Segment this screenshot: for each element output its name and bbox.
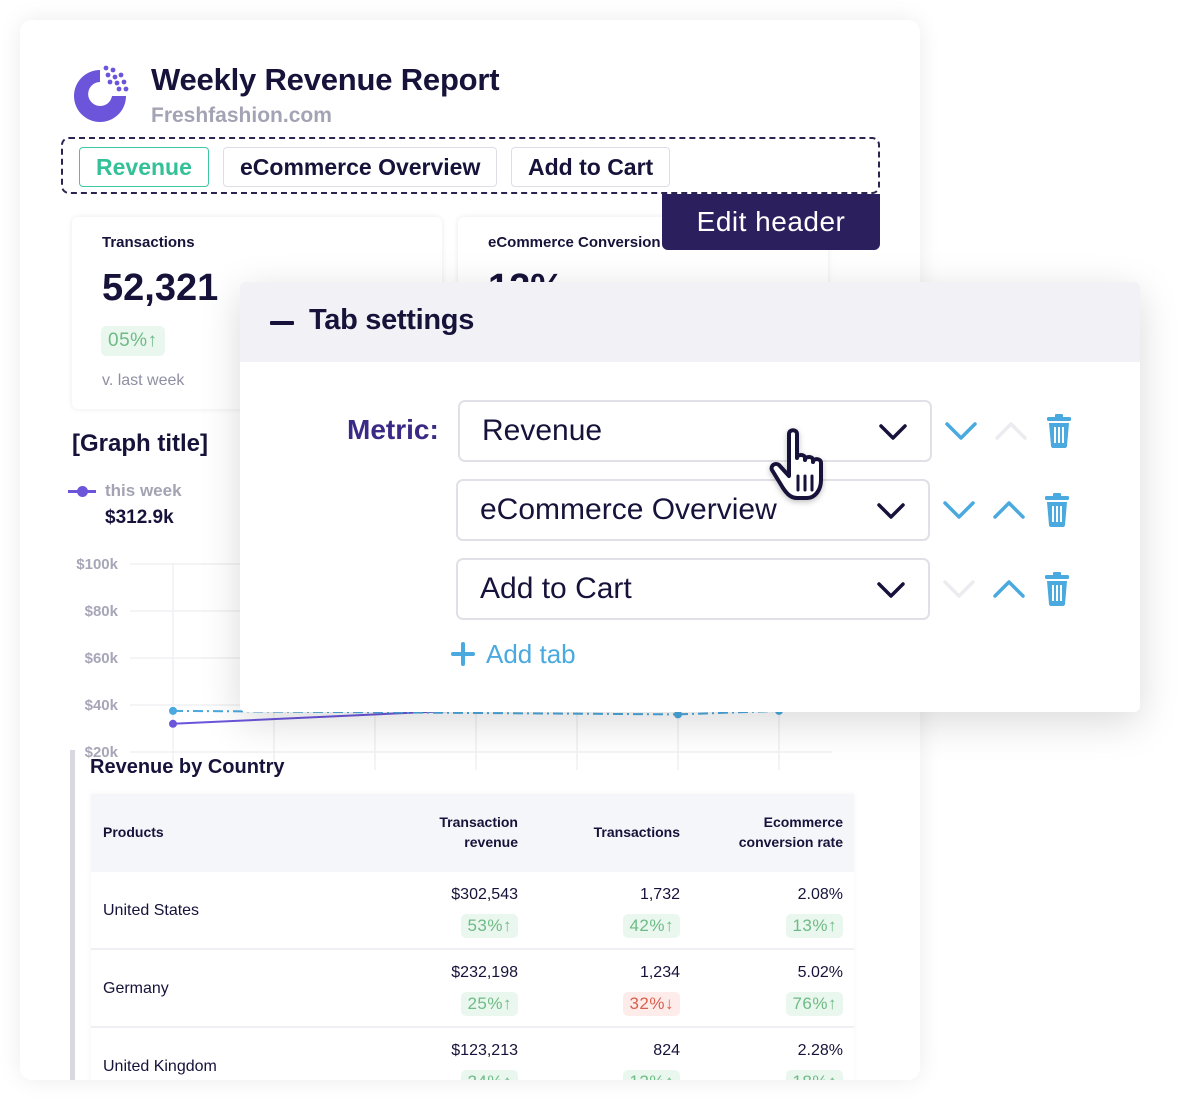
y-tick-label: $80k [85, 603, 119, 620]
metric-select-value: eCommerce Overview [480, 493, 777, 526]
metric-label: Metric: [347, 414, 439, 445]
kpi-label: eCommerce Conversion [488, 234, 661, 251]
table-row: United States $302,543 53%↑ 1,732 42%↑ 2.08% 1… [91, 872, 854, 950]
country-name: United States [103, 902, 200, 919]
edit-header-button[interactable]: Edit header [662, 194, 880, 250]
metric-select-value: Revenue [482, 414, 603, 447]
change-badge: 12%↑ [623, 1070, 680, 1080]
y-tick-label: $100k [76, 556, 118, 573]
trash-icon[interactable] [1039, 571, 1075, 607]
column-header-products: Products [103, 824, 164, 840]
header-line: Transaction [439, 814, 518, 830]
chevron-down-icon [877, 582, 905, 598]
tab-revenue[interactable]: Revenue [79, 147, 209, 187]
transactions-value: 1,234 [639, 964, 680, 981]
country-name: Germany [103, 980, 169, 997]
table-header: Products Transaction revenue Transaction… [91, 794, 854, 872]
column-header-conversion-rate: Ecommerce conversion rate [739, 812, 843, 852]
move-down-icon[interactable] [943, 413, 979, 449]
move-up-icon [995, 422, 1027, 440]
metric-select[interactable]: Revenue [458, 400, 932, 462]
legend-label: this week [105, 481, 182, 500]
header-line: conversion rate [738, 834, 843, 850]
add-tab-button[interactable]: Add tab [450, 637, 576, 671]
revenue-by-country-section: Revenue by Country Products Transaction … [70, 748, 890, 1080]
brand-logo-icon [74, 65, 129, 122]
tab-settings-header[interactable]: Tab settings [240, 282, 1140, 362]
legend-dot-icon [77, 486, 88, 497]
transaction-revenue-value: $302,543 [451, 886, 518, 903]
add-tab-label: Add tab [486, 638, 576, 669]
column-header-transactions: Transactions [593, 824, 680, 840]
move-up-icon[interactable] [991, 571, 1027, 607]
y-tick-label: $40k [85, 697, 119, 714]
change-badge: 24%↑ [461, 1070, 518, 1080]
tab-settings-panel: Tab settings Metric: Revenue eCommerce Ov… [240, 282, 1140, 712]
kpi-value: 52,321 [102, 267, 219, 309]
data-point [169, 719, 177, 728]
country-name: United Kingdom [103, 1058, 217, 1075]
header-line: revenue [464, 834, 518, 850]
transactions-value: 824 [653, 1042, 680, 1059]
y-tick-label: $60k [85, 650, 119, 667]
metric-select-value: Add to Cart [480, 572, 632, 605]
legend-value: $312.9k [105, 507, 174, 528]
table-row: United Kingdom $123,213 24%↑ 824 12%↑ 2.28% 18… [91, 1028, 854, 1080]
table-row: Germany $232,198 25%↑ 1,234 32%↓ 5.02% 76%↑ [91, 950, 854, 1028]
trash-icon[interactable] [1039, 492, 1075, 528]
transaction-revenue-value: $232,198 [451, 964, 518, 981]
transactions-value: 1,732 [639, 886, 680, 903]
kpi-note: v. last week [102, 372, 185, 389]
change-badge: 42%↑ [623, 914, 680, 938]
revenue-table: Products Transaction revenue Transaction… [91, 794, 854, 1080]
change-badge: 13%↑ [786, 914, 843, 938]
change-badge: 18%↑ [786, 1070, 843, 1080]
chevron-down-icon [877, 503, 905, 519]
tab-ecommerce-overview[interactable]: eCommerce Overview [223, 147, 498, 187]
move-up-icon[interactable] [991, 492, 1027, 528]
move-down-icon[interactable] [941, 492, 977, 528]
minus-icon[interactable] [270, 321, 294, 325]
change-badge: 25%↑ [461, 992, 518, 1016]
section-accent-bar [70, 750, 75, 1080]
trash-icon[interactable] [1041, 413, 1077, 449]
conversion-rate-value: 2.08% [797, 886, 843, 903]
chevron-down-icon [879, 424, 907, 440]
move-down-icon [943, 580, 975, 598]
metric-select[interactable]: eCommerce Overview [456, 479, 930, 541]
conversion-rate-value: 2.28% [797, 1042, 843, 1059]
kpi-change-badge: 05%↑ [101, 326, 165, 356]
graph-title: [Graph title] [72, 430, 208, 457]
tab-settings-title: Tab settings [309, 304, 475, 336]
kpi-label: Transactions [102, 234, 195, 251]
data-point [169, 706, 177, 715]
header-tabs-editable-area[interactable]: Revenue eCommerce Overview Add to Cart [61, 137, 880, 194]
conversion-rate-value: 5.02% [797, 964, 843, 981]
report-title: Weekly Revenue Report [151, 62, 500, 97]
report-subtitle: Freshfashion.com [151, 104, 332, 127]
change-badge: 76%↑ [786, 992, 843, 1016]
hand-pointer-cursor-icon [769, 428, 823, 500]
table-title: Revenue by Country [90, 756, 285, 778]
tab-add-to-cart[interactable]: Add to Cart [511, 147, 671, 187]
plus-icon [451, 642, 475, 666]
metric-select[interactable]: Add to Cart [456, 558, 930, 620]
transaction-revenue-value: $123,213 [451, 1042, 518, 1059]
header-line: Ecommerce [763, 814, 843, 830]
change-badge: 53%↑ [461, 914, 518, 938]
column-header-transaction-revenue: Transaction revenue [439, 812, 518, 852]
change-badge: 32%↓ [623, 992, 680, 1016]
